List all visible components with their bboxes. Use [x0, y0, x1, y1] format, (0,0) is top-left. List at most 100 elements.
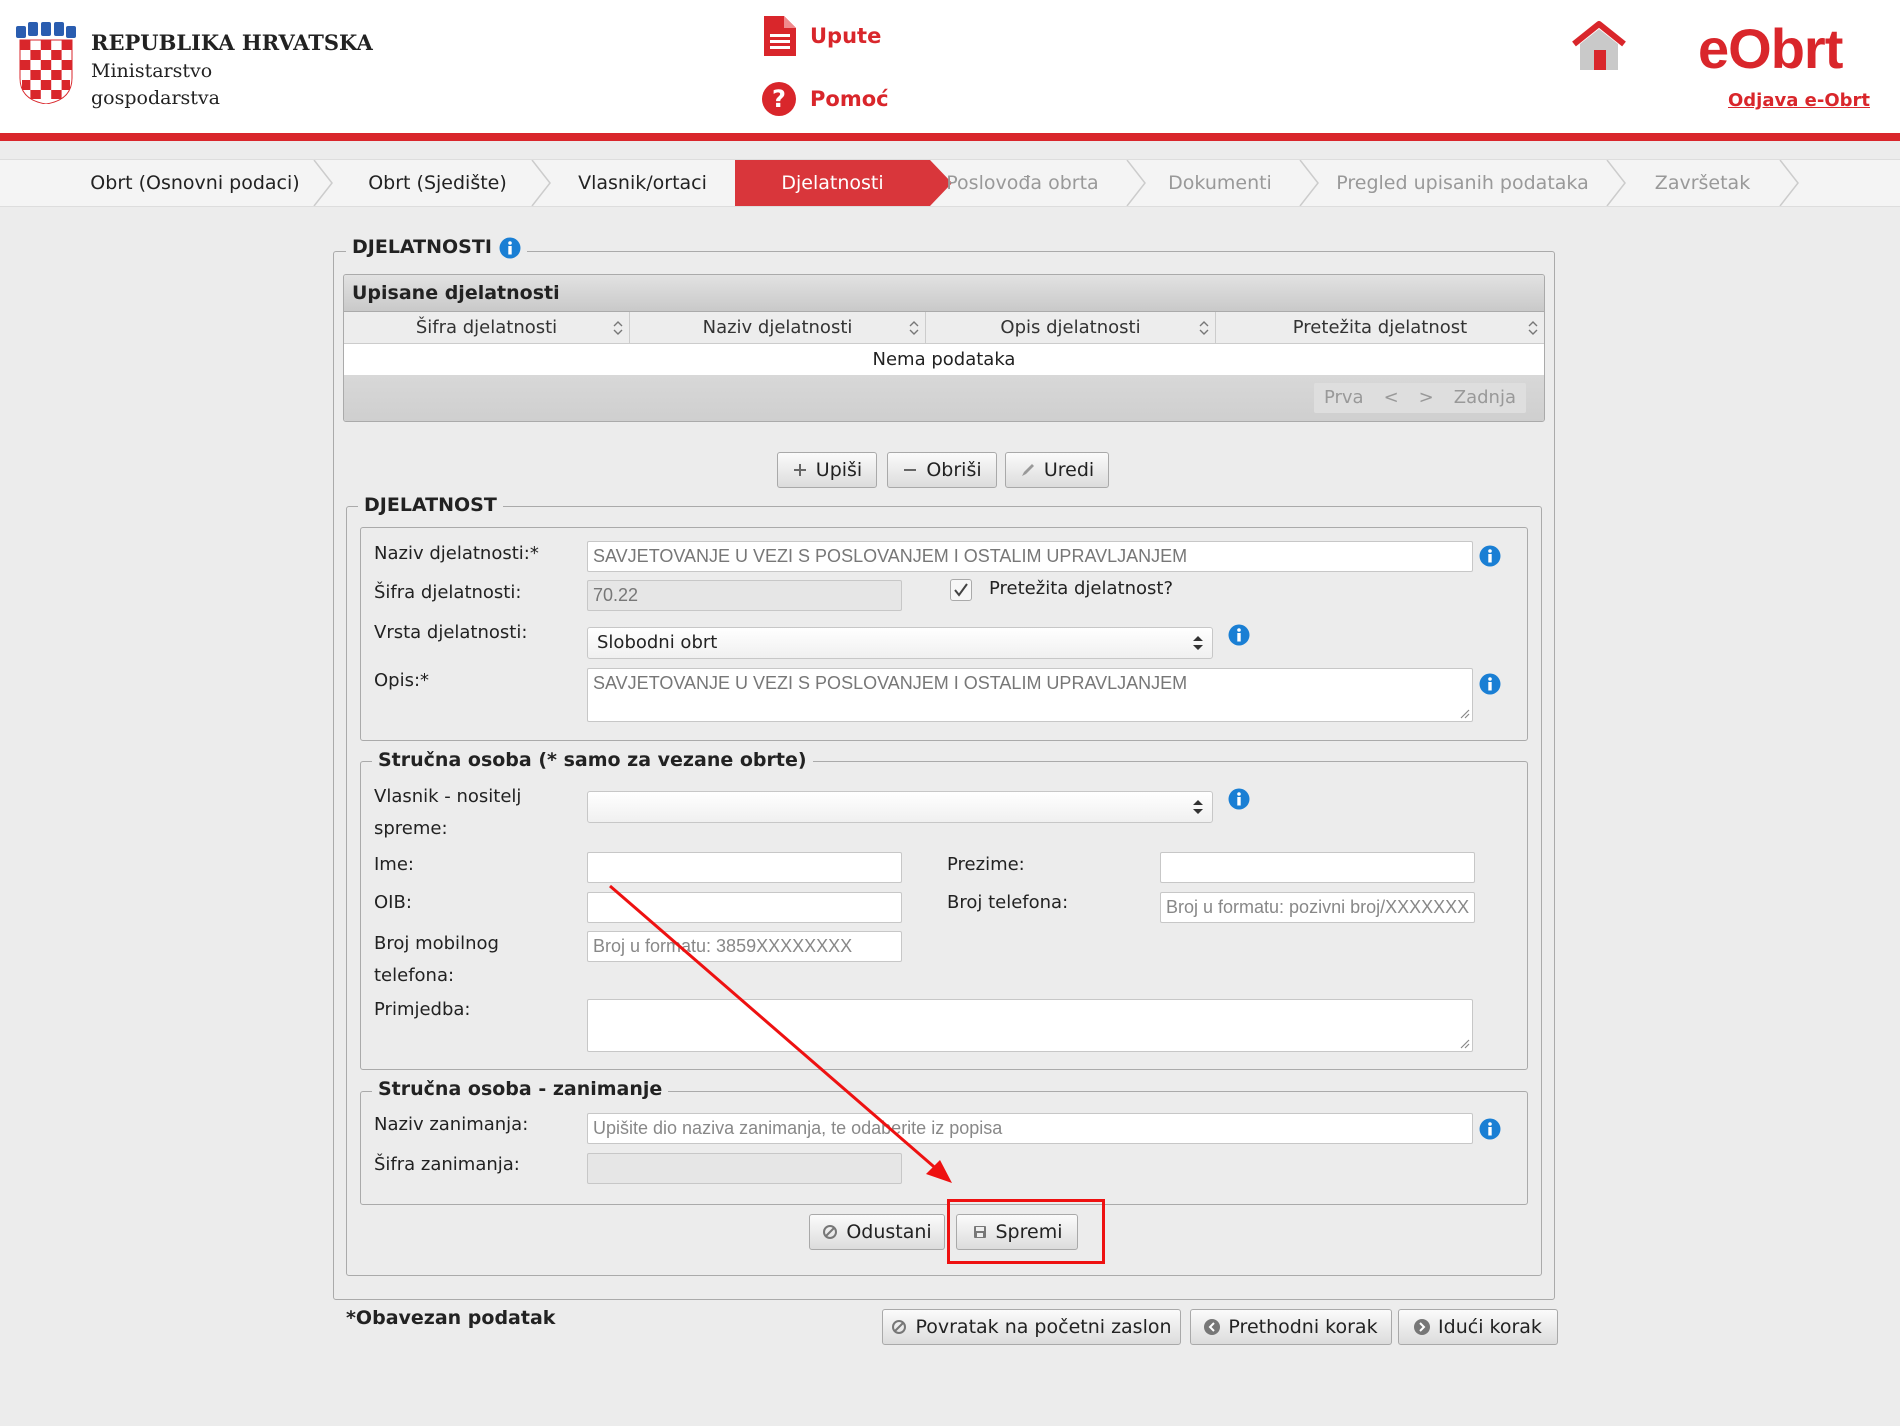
sifra-djelatnosti-input: 70.22: [587, 580, 902, 611]
sifra-djelatnosti-label: Šifra djelatnosti:: [374, 582, 522, 603]
zanimanje-legend: Stručna osoba - zanimanje: [372, 1078, 669, 1100]
naziv-djelatnosti-input[interactable]: SAVJETOVANJE U VEZI S POSLOVANJEM I OSTA…: [587, 541, 1473, 572]
step-poslovoda[interactable]: Poslovođa obrta: [935, 160, 1110, 206]
ministry-name-line2: gospodarstva: [91, 87, 220, 109]
pretezita-label: Pretežita djelatnost?: [989, 578, 1174, 599]
oib-label: OIB:: [374, 892, 412, 913]
checkmark-icon: [954, 583, 968, 597]
prethodni-korak-button[interactable]: Prethodni korak: [1190, 1309, 1392, 1345]
cancel-icon: [892, 1320, 907, 1334]
pager-next[interactable]: >: [1409, 383, 1444, 413]
opis-label: Opis:*: [374, 670, 430, 691]
step-pregled[interactable]: Pregled upisanih podataka: [1330, 160, 1595, 206]
pencil-icon: [1021, 464, 1034, 476]
step-label: Poslovođa obrta: [946, 172, 1099, 194]
document-icon: [764, 16, 796, 56]
home-icon[interactable]: [1570, 20, 1628, 72]
ime-input[interactable]: [587, 852, 902, 883]
upisane-djelatnosti-grid: Upisane djelatnosti Šifra djelatnosti Na…: [343, 274, 1545, 422]
column-naziv[interactable]: Naziv djelatnosti: [630, 312, 926, 343]
obrisi-button[interactable]: Obriši: [887, 452, 997, 488]
grid-title: Upisane djelatnosti: [344, 275, 1544, 312]
resize-handle-icon[interactable]: [1458, 707, 1470, 719]
sifra-zanimanja-input: [587, 1153, 902, 1184]
brand-logo: eObrt: [1698, 17, 1843, 80]
column-label: Opis djelatnosti: [1000, 317, 1141, 338]
info-icon[interactable]: [499, 237, 521, 259]
naziv-zanimanja-input[interactable]: Upišite dio naziva zanimanja, te odaberi…: [587, 1113, 1473, 1144]
sort-icon: [909, 321, 919, 335]
vrsta-djelatnosti-value: Slobodni obrt: [597, 632, 718, 653]
vrsta-djelatnosti-label: Vrsta djelatnosti:: [374, 622, 528, 643]
pager-first[interactable]: Prva: [1314, 383, 1374, 413]
naziv-zanimanja-label: Naziv zanimanja:: [374, 1114, 529, 1135]
odustani-button[interactable]: Odustani: [809, 1214, 945, 1250]
obrisi-label: Obriši: [926, 459, 982, 481]
step-dokumenti[interactable]: Dokumenti: [1155, 160, 1285, 206]
logout-link[interactable]: Odjava e-Obrt: [1728, 90, 1870, 111]
info-icon[interactable]: [1479, 545, 1501, 567]
info-icon[interactable]: [1228, 788, 1250, 810]
step-label: Obrt (Osnovni podaci): [90, 172, 300, 194]
vlasnik-select[interactable]: [587, 791, 1213, 823]
info-icon[interactable]: [1479, 1118, 1501, 1140]
pager-prev[interactable]: <: [1374, 383, 1409, 413]
gov-title: REPUBLIKA HRVATSKA: [91, 30, 373, 55]
pomoc-link[interactable]: ? Pomoć: [762, 82, 889, 116]
primjedba-textarea[interactable]: [587, 999, 1473, 1052]
chevron-right-icon: [1606, 160, 1626, 206]
step-djelatnosti[interactable]: Djelatnosti: [735, 160, 952, 206]
naziv-djelatnosti-label: Naziv djelatnosti:*: [374, 543, 539, 564]
ministry-name-line1: Ministarstvo: [91, 60, 213, 82]
minus-icon: [904, 469, 917, 471]
sort-icon: [613, 321, 623, 335]
upute-link[interactable]: Upute: [762, 16, 881, 56]
pager-last[interactable]: Zadnja: [1444, 383, 1526, 413]
broj-mobitela-input[interactable]: Broj u formatu: 3859XXXXXXXX: [587, 931, 902, 962]
step-obrt-sjediste[interactable]: Obrt (Sjedište): [345, 160, 530, 206]
odustani-label: Odustani: [846, 1221, 932, 1243]
croatian-coat-of-arms-logo: [16, 22, 76, 104]
cancel-icon: [823, 1225, 838, 1239]
info-icon[interactable]: [1228, 624, 1250, 646]
upisi-button[interactable]: Upiši: [777, 452, 877, 488]
oib-input[interactable]: [587, 892, 902, 923]
sort-icon: [1199, 321, 1209, 335]
prethodni-korak-label: Prethodni korak: [1228, 1316, 1378, 1338]
info-icon[interactable]: [1479, 673, 1501, 695]
pretezita-checkbox[interactable]: [950, 579, 972, 601]
step-label: Pregled upisanih podataka: [1336, 172, 1589, 194]
opis-value: SAVJETOVANJE U VEZI S POSLOVANJEM I OSTA…: [593, 673, 1188, 693]
iduci-korak-button[interactable]: Idući korak: [1398, 1309, 1558, 1345]
chevron-right-icon: [313, 160, 333, 206]
chevron-right-icon: [1779, 160, 1799, 206]
page-header: REPUBLIKA HRVATSKA Ministarstvo gospodar…: [0, 0, 1900, 135]
ime-label: Ime:: [374, 854, 414, 875]
pager-controls: Prva < > Zadnja: [1313, 383, 1526, 413]
column-sifra[interactable]: Šifra djelatnosti: [344, 312, 630, 343]
column-label: Pretežita djelatnost: [1292, 317, 1468, 338]
broj-telefona-input[interactable]: Broj u formatu: pozivni broj/XXXXXXX: [1160, 892, 1475, 923]
column-opis[interactable]: Opis djelatnosti: [926, 312, 1216, 343]
select-arrows-icon: [1193, 636, 1203, 650]
step-vlasnik-ortaci[interactable]: Vlasnik/ortaci: [560, 160, 725, 206]
chevron-right-icon: [1299, 160, 1319, 206]
povratak-button[interactable]: Povratak na početni zaslon: [882, 1309, 1181, 1345]
resize-handle-icon[interactable]: [1458, 1037, 1470, 1049]
column-label: Šifra djelatnosti: [415, 317, 558, 338]
step-label: Završetak: [1654, 172, 1751, 194]
step-obrt-osnovni[interactable]: Obrt (Osnovni podaci): [65, 160, 325, 206]
prezime-input[interactable]: [1160, 852, 1475, 883]
sifra-zanimanja-label: Šifra zanimanja:: [374, 1154, 520, 1175]
sort-icon: [1528, 321, 1538, 335]
step-label: Djelatnosti: [781, 172, 884, 194]
mobitel-label-line2: telefona:: [374, 965, 455, 986]
vrsta-djelatnosti-select[interactable]: Slobodni obrt: [587, 627, 1213, 659]
opis-textarea[interactable]: SAVJETOVANJE U VEZI S POSLOVANJEM I OSTA…: [587, 668, 1473, 722]
select-arrows-icon: [1193, 800, 1203, 814]
chevron-right-icon: [1126, 160, 1146, 206]
step-zavrsetak[interactable]: Završetak: [1635, 160, 1770, 206]
prezime-label: Prezime:: [947, 854, 1025, 875]
column-pretezita[interactable]: Pretežita djelatnost: [1216, 312, 1544, 343]
uredi-button[interactable]: Uredi: [1005, 452, 1109, 488]
